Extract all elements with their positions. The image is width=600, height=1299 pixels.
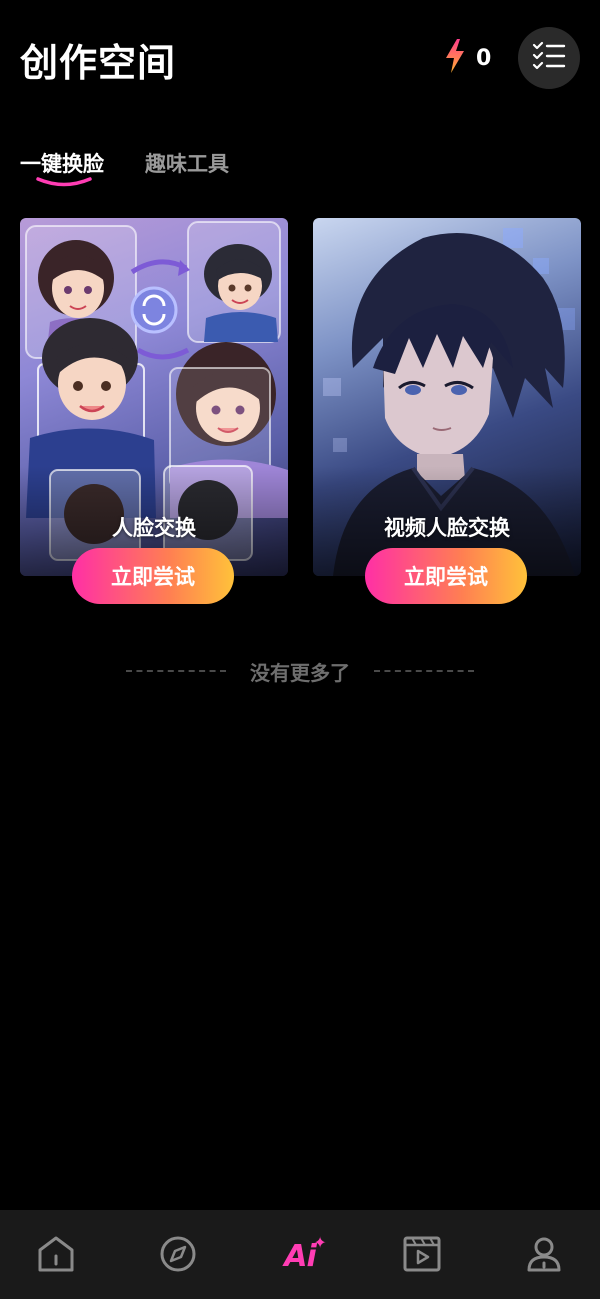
header: 创作空间 0 <box>0 0 600 115</box>
page-title: 创作空间 <box>20 41 177 85</box>
tab-fun-tools[interactable]: 趣味工具 <box>145 148 229 178</box>
card-title: 视频人脸交换 <box>384 516 510 540</box>
category-tabs: 一键换脸 趣味工具 <box>20 148 420 198</box>
nav-home[interactable] <box>34 1234 78 1278</box>
checklist-icon <box>532 41 566 75</box>
profile-icon <box>524 1234 564 1278</box>
home-icon <box>36 1234 76 1278</box>
nav-ai[interactable]: Ai ✦ <box>270 1233 330 1278</box>
energy-count: 0 <box>476 45 492 71</box>
video-face-swap-card[interactable]: 视频人脸交换 <box>313 218 581 576</box>
nav-profile[interactable] <box>522 1234 566 1278</box>
end-of-list: 没有更多了 <box>0 656 600 686</box>
tab-face-swap[interactable]: 一键换脸 <box>20 148 104 178</box>
energy-balance[interactable]: 0 <box>444 39 492 77</box>
ai-icon: Ai ✦ <box>284 1233 327 1274</box>
nav-discover[interactable] <box>156 1234 200 1278</box>
ai-label: Ai <box>284 1238 317 1274</box>
try-now-button-face-swap[interactable]: 立即尝试 <box>72 548 234 604</box>
video-icon <box>402 1234 442 1278</box>
compass-icon <box>158 1234 198 1278</box>
bottom-nav: Ai ✦ <box>0 1210 600 1299</box>
divider-left <box>126 670 226 672</box>
task-list-button[interactable] <box>518 27 580 89</box>
nav-video[interactable] <box>400 1234 444 1278</box>
end-of-list-text: 没有更多了 <box>250 660 350 685</box>
try-now-button-video-face-swap[interactable]: 立即尝试 <box>365 548 527 604</box>
sparkle-icon: ✦ <box>313 1232 326 1252</box>
card-title: 人脸交换 <box>112 516 196 540</box>
divider-right <box>374 670 474 672</box>
lightning-icon <box>444 39 466 77</box>
active-tab-indicator <box>36 177 92 187</box>
face-swap-card[interactable]: 人脸交换 <box>20 218 288 576</box>
